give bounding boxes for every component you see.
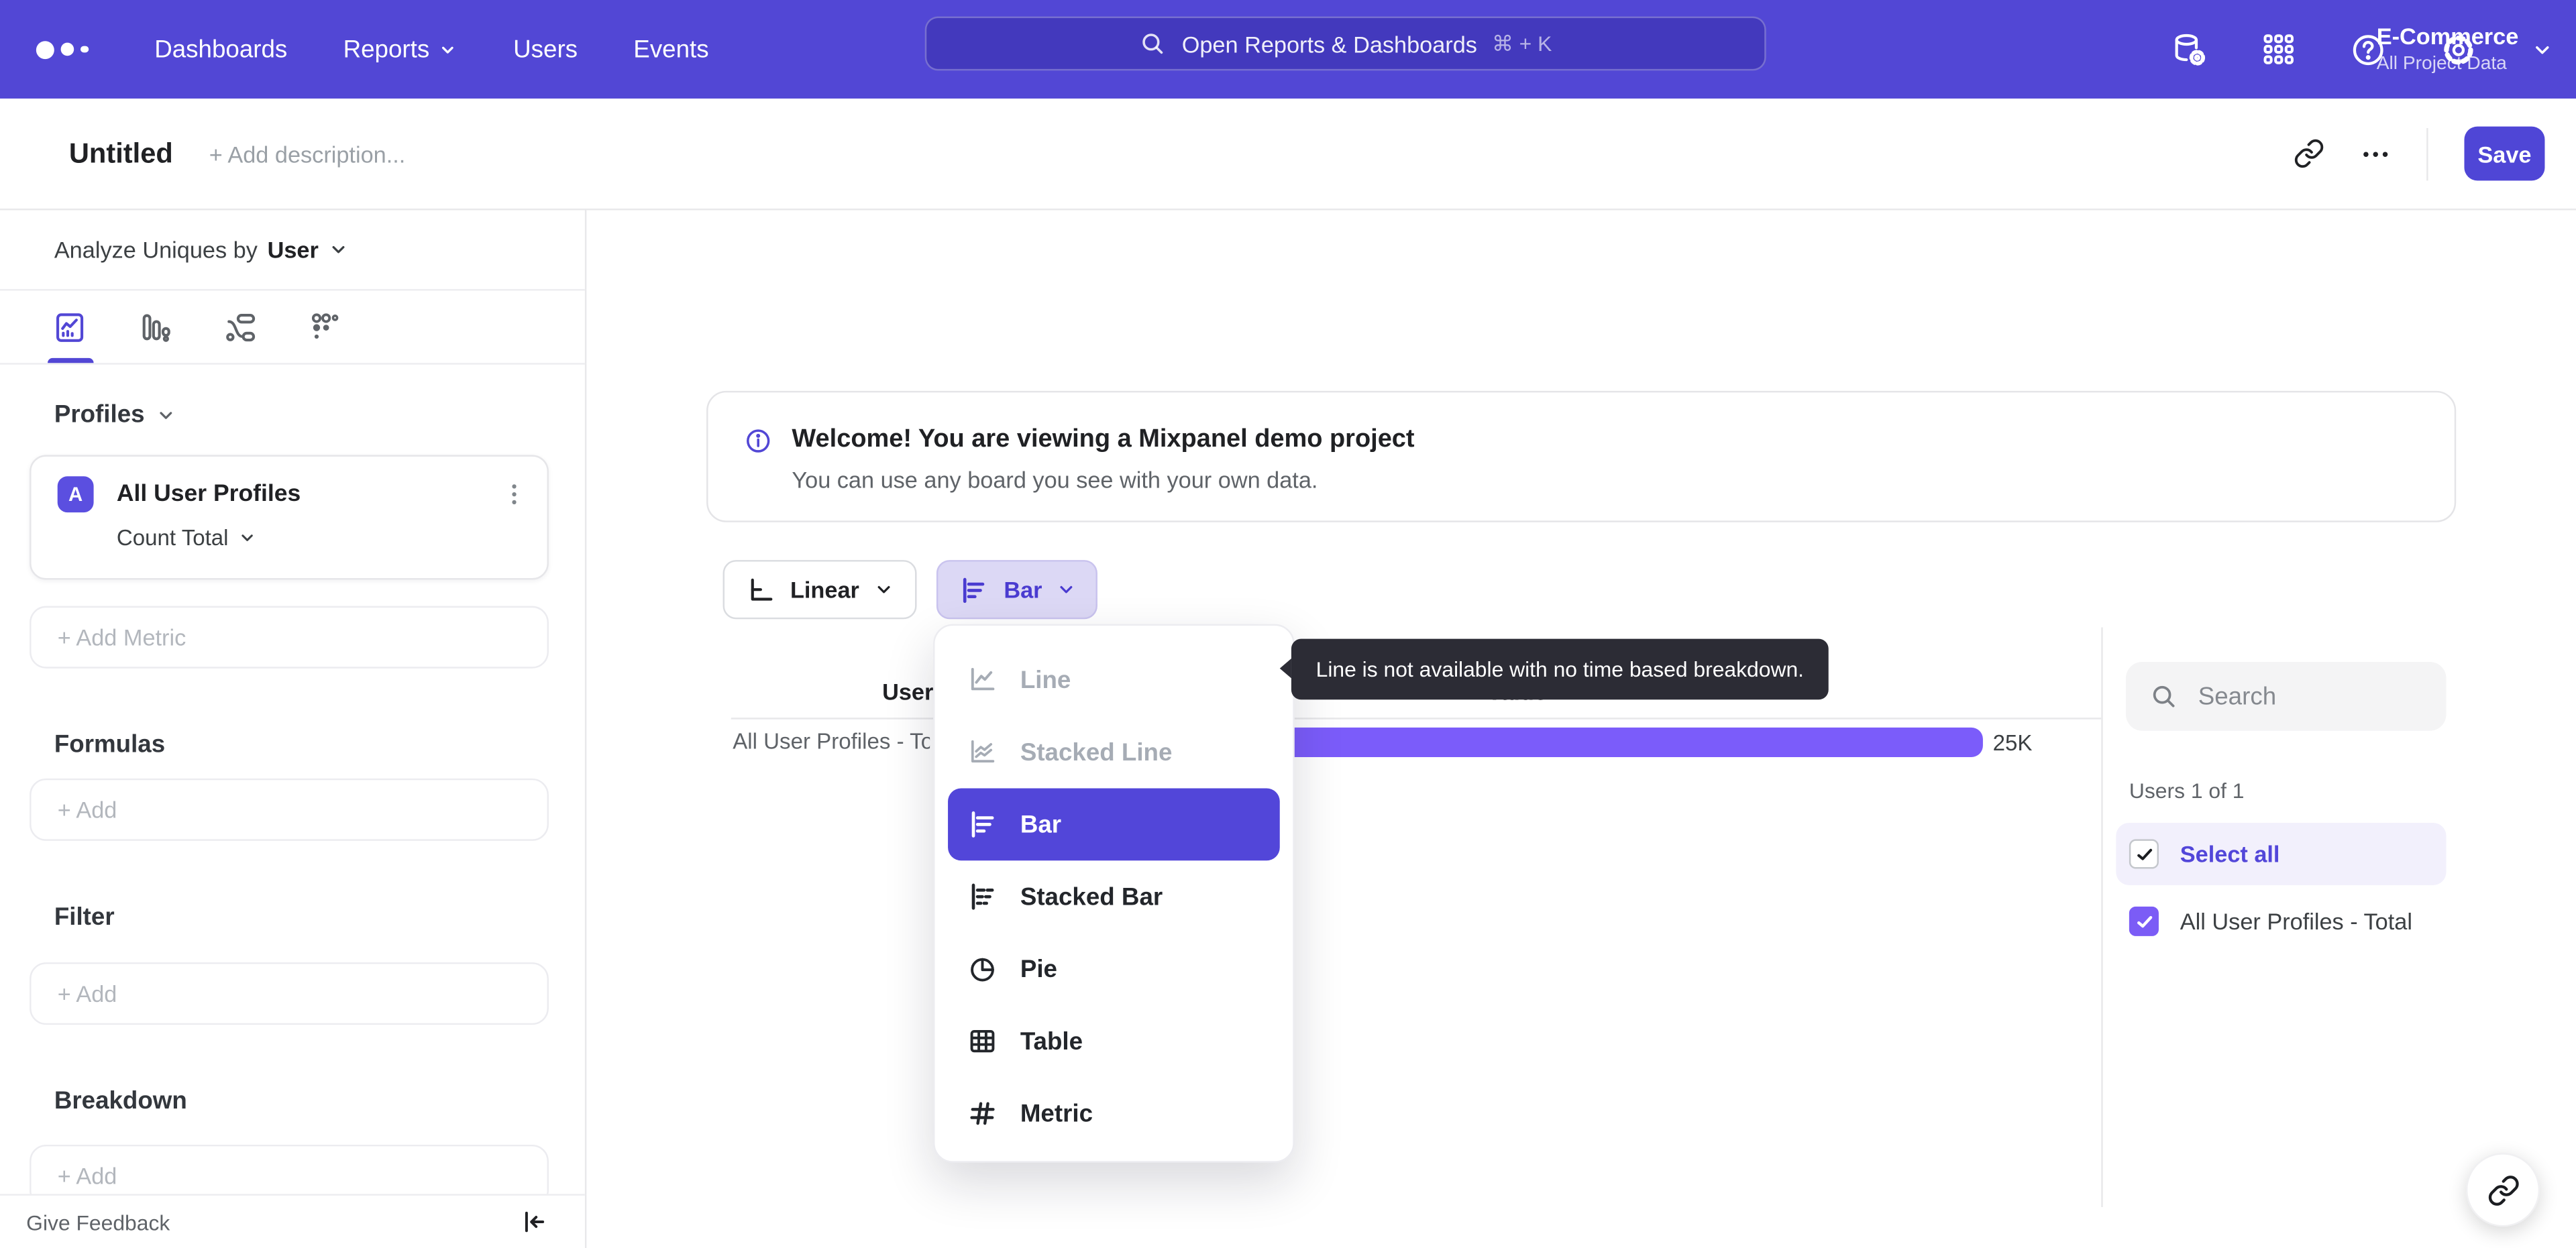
chevron-down-icon [2536, 45, 2549, 54]
primary-nav: Dashboards Reports Users Events [154, 36, 708, 64]
select-all-checkbox[interactable] [2129, 839, 2159, 869]
header-divider [2426, 127, 2428, 180]
nav-dashboards[interactable]: Dashboards [154, 36, 287, 64]
report-canvas: Welcome! You are viewing a Mixpanel demo… [586, 210, 2576, 1248]
series-checkbox[interactable] [2129, 906, 2159, 936]
sidebar-footer: Give Feedback [0, 1194, 585, 1248]
filter-section-header: Filter [54, 903, 115, 931]
breakdown-section-header: Breakdown [54, 1087, 187, 1115]
chevron-down-icon [332, 245, 345, 253]
nav-users[interactable]: Users [513, 36, 578, 64]
give-feedback-link[interactable]: Give Feedback [26, 1210, 170, 1235]
pie-chart-icon [971, 958, 994, 982]
tab-insights[interactable] [52, 308, 89, 345]
chevron-down-icon [160, 411, 172, 418]
analyze-prefix-label: Analyze Uniques by [54, 236, 258, 263]
mixpanel-insights-report: Dashboards Reports Users Events Open Rep… [0, 0, 2576, 1248]
project-switcher[interactable]: E-Commerce All Project Data [2377, 0, 2553, 99]
report-header: Untitled + Add description... Save [0, 98, 2576, 211]
banner-title: Welcome! You are viewing a Mixpanel demo… [792, 425, 1415, 453]
tab-funnels[interactable] [138, 308, 174, 345]
table-icon [970, 1030, 995, 1053]
more-options-icon[interactable] [2361, 139, 2390, 168]
tab-flows[interactable] [223, 308, 260, 345]
search-shortcut: ⌘ + K [1491, 30, 1552, 56]
active-tab-indicator [48, 357, 94, 363]
search-icon [1143, 34, 1164, 54]
metric-card[interactable]: A All User Profiles Count Total [30, 455, 549, 580]
bar-chart-icon [971, 811, 994, 838]
apps-grid-icon[interactable] [2261, 32, 2297, 68]
stacked-line-chart-icon [971, 740, 995, 762]
analyze-uniques-row: Analyze Uniques by User [0, 210, 585, 291]
line-chart-icon [971, 668, 995, 691]
menu-item-stacked-line[interactable]: Stacked Line [934, 716, 1293, 789]
report-type-tabs [0, 290, 585, 365]
chevron-down-icon [877, 585, 890, 593]
chevron-down-icon [241, 534, 253, 541]
menu-item-stacked-bar[interactable]: Stacked Bar [934, 860, 1293, 933]
menu-item-table[interactable]: Table [934, 1005, 1293, 1078]
info-icon [747, 429, 770, 453]
project-name: E-Commerce [2376, 23, 2519, 50]
formulas-section-header: Formulas [54, 730, 166, 759]
nav-events[interactable]: Events [633, 36, 708, 64]
legend-item-row[interactable]: All User Profiles - Total [2129, 906, 2412, 936]
add-filter-button[interactable]: + Add [30, 962, 549, 1025]
add-metric-button[interactable]: + Add Metric [30, 606, 549, 669]
time-interval-dropdown[interactable]: Linear [722, 560, 917, 620]
search-placeholder: Open Reports & Dashboards [1181, 30, 1477, 57]
metric-aggregation-dropdown[interactable]: Count Total [32, 512, 547, 573]
project-scope: All Project Data [2376, 53, 2507, 74]
collapse-sidebar-icon[interactable] [519, 1207, 549, 1237]
legend-count-label: Users 1 of 1 [2129, 778, 2245, 803]
bar-chart-icon [963, 577, 985, 602]
hash-metric-icon [970, 1102, 995, 1125]
add-formula-button[interactable]: + Add [30, 778, 549, 841]
nav-reports[interactable]: Reports [343, 36, 458, 63]
link-icon [2487, 1174, 2518, 1205]
stacked-bar-chart-icon [971, 883, 994, 910]
metric-badge: A [57, 476, 94, 513]
disabled-option-tooltip: Line is not available with no time based… [1279, 638, 1829, 700]
linear-axis-icon [751, 578, 773, 601]
select-all-label: Select all [2180, 840, 2280, 868]
tab-retention[interactable] [309, 308, 345, 345]
mixpanel-logo-icon[interactable] [36, 40, 112, 58]
demo-project-banner: Welcome! You are viewing a Mixpanel demo… [706, 390, 2457, 522]
banner-subtitle: You can use any board you see with your … [792, 466, 1318, 493]
kebab-menu-icon[interactable] [501, 481, 527, 508]
analyze-entity-dropdown[interactable]: User [268, 237, 319, 263]
chart-type-dropdown[interactable]: Bar [936, 560, 1098, 620]
select-all-row[interactable]: Select all [2116, 822, 2447, 886]
chevron-down-icon [1061, 585, 1073, 593]
menu-item-pie[interactable]: Pie [934, 933, 1293, 1005]
chart-type-menu: Line Stacked Line Bar Stacked Bar Pie Ta… [933, 624, 1295, 1163]
metric-name[interactable]: All User Profiles [117, 481, 501, 508]
profiles-section-header[interactable]: Profiles [0, 401, 585, 429]
add-description-field[interactable]: + Add description... [209, 140, 406, 166]
series-label: All User Profiles - Total [2180, 908, 2412, 935]
save-button[interactable]: Save [2464, 126, 2545, 181]
data-management-icon[interactable] [2170, 30, 2208, 68]
legend-panel-divider [2101, 627, 2103, 1208]
chart-row-label: All User Profiles - Total [733, 729, 930, 754]
top-navigation-bar: Dashboards Reports Users Events Open Rep… [0, 0, 2576, 99]
search-icon [2153, 685, 2175, 707]
menu-item-metric[interactable]: Metric [934, 1078, 1293, 1150]
chart-bar-value: 25K [1992, 730, 2033, 756]
menu-item-bar[interactable]: Bar [948, 788, 1280, 861]
query-builder-sidebar: Analyze Uniques by User Profiles A All U… [0, 210, 587, 1248]
chevron-down-icon [443, 46, 454, 53]
share-link-fab[interactable] [2465, 1153, 2540, 1227]
report-title[interactable]: Untitled [69, 137, 173, 170]
copy-link-icon[interactable] [2294, 138, 2325, 170]
global-search-input[interactable]: Open Reports & Dashboards ⌘ + K [924, 16, 1766, 71]
menu-item-line[interactable]: Line [934, 644, 1293, 716]
